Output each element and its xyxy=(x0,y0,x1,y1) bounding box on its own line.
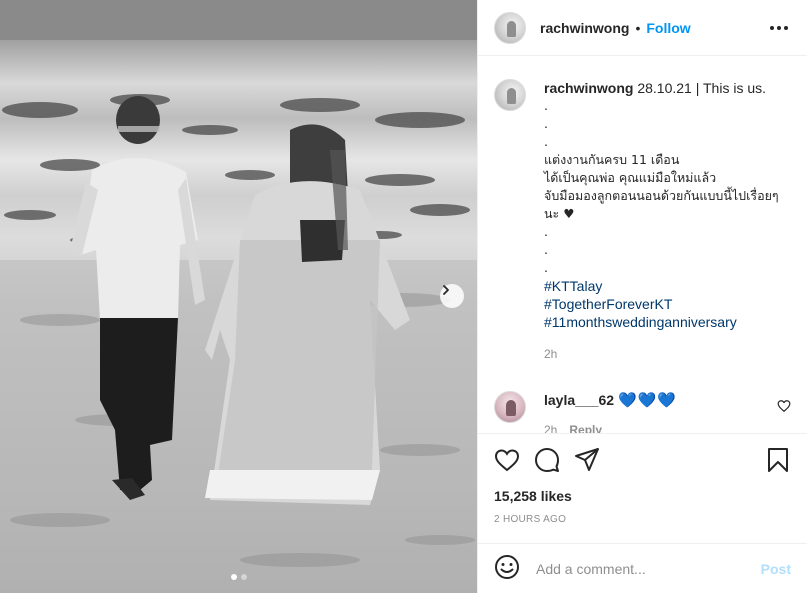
share-icon xyxy=(575,448,599,471)
comment-icon xyxy=(535,448,559,472)
more-options-button[interactable] xyxy=(767,16,791,40)
hashtag-link[interactable]: #TogetherForeverKT xyxy=(544,295,779,313)
caption-line: . xyxy=(544,116,548,131)
caption-line: . xyxy=(544,98,548,113)
post-comment-button[interactable]: Post xyxy=(761,561,791,577)
hashtag-link[interactable]: #KTTalay xyxy=(544,277,779,295)
carousel-dot-active xyxy=(230,574,237,580)
caption-line: นะ ♥ xyxy=(544,206,575,221)
caption: rachwinwong 28.10.21 | This is us. . . .… xyxy=(494,79,791,363)
like-button[interactable] xyxy=(494,447,520,473)
caption-time[interactable]: 2h xyxy=(544,345,779,363)
carousel-indicator xyxy=(0,574,477,580)
emoji-button[interactable] xyxy=(494,554,520,583)
caption-text: 28.10.21 | This is us. xyxy=(637,80,767,96)
caption-line: rachwinwong 28.10.21 | This is us. xyxy=(544,79,779,97)
likes-count[interactable]: 15,258 likes xyxy=(494,488,791,504)
hashtag-link[interactable]: #11monthsweddinganniversary xyxy=(544,313,779,331)
instagram-post: rachwinwong • Follow rachwinwong 28.10.2… xyxy=(0,0,807,593)
caption-line: . xyxy=(544,134,548,149)
post-actions: 15,258 likes 2 HOURS AGO xyxy=(478,433,807,543)
caption-line: แต่งงานกันครบ 11 เดือน xyxy=(544,152,680,167)
header-separator: • xyxy=(635,19,641,36)
carousel-next-button[interactable] xyxy=(440,284,464,308)
caption-line: . xyxy=(544,242,548,257)
caption-line: ได้เป็นคุณพ่อ คุณแม่มือใหม่แล้ว xyxy=(544,170,717,185)
more-icon xyxy=(770,25,788,30)
carousel-dot xyxy=(240,574,247,580)
post-header: rachwinwong • Follow xyxy=(478,0,807,56)
emoji-icon xyxy=(495,555,519,579)
caption-line: จับมือมองลูกตอนนอนด้วยกันแบบนี้ไปเรื่อยๆ xyxy=(544,188,779,203)
add-comment-bar: Post xyxy=(478,543,807,593)
comment-input[interactable] xyxy=(536,560,761,577)
author-username[interactable]: rachwinwong xyxy=(540,20,629,36)
comment-like-icon[interactable] xyxy=(777,399,791,413)
comment-item: layla___62 💙💙💙 2h Reply xyxy=(494,391,791,433)
comment-body: layla___62 💙💙💙 2h Reply xyxy=(544,391,677,433)
comments-section[interactable]: rachwinwong 28.10.21 | This is us. . . .… xyxy=(478,57,807,433)
caption-line: . xyxy=(544,224,548,239)
chevron-right-icon xyxy=(443,285,449,295)
share-button[interactable] xyxy=(574,447,600,473)
bookmark-icon xyxy=(768,448,788,472)
heart-icon xyxy=(494,449,520,472)
commenter-avatar[interactable] xyxy=(494,391,526,423)
caption-author-avatar[interactable] xyxy=(494,79,526,111)
reply-button[interactable]: Reply xyxy=(569,423,602,433)
post-photo[interactable] xyxy=(0,0,477,593)
caption-body: rachwinwong 28.10.21 | This is us. . . .… xyxy=(544,79,779,363)
comment-meta: 2h Reply xyxy=(544,423,677,433)
caption-username[interactable]: rachwinwong xyxy=(544,80,633,96)
author-avatar[interactable] xyxy=(494,11,526,44)
follow-button[interactable]: Follow xyxy=(646,20,690,36)
comment-text: 💙💙💙 xyxy=(617,391,677,409)
post-side-panel: rachwinwong • Follow rachwinwong 28.10.2… xyxy=(477,0,807,593)
comment-button[interactable] xyxy=(534,447,560,473)
commenter-username[interactable]: layla___62 xyxy=(544,392,614,408)
post-timestamp[interactable]: 2 HOURS AGO xyxy=(494,514,791,525)
caption-line: . xyxy=(544,260,548,275)
save-button[interactable] xyxy=(765,447,791,473)
action-bar xyxy=(494,434,791,486)
beach-couple-image xyxy=(0,0,477,593)
comment-time[interactable]: 2h xyxy=(544,423,557,433)
